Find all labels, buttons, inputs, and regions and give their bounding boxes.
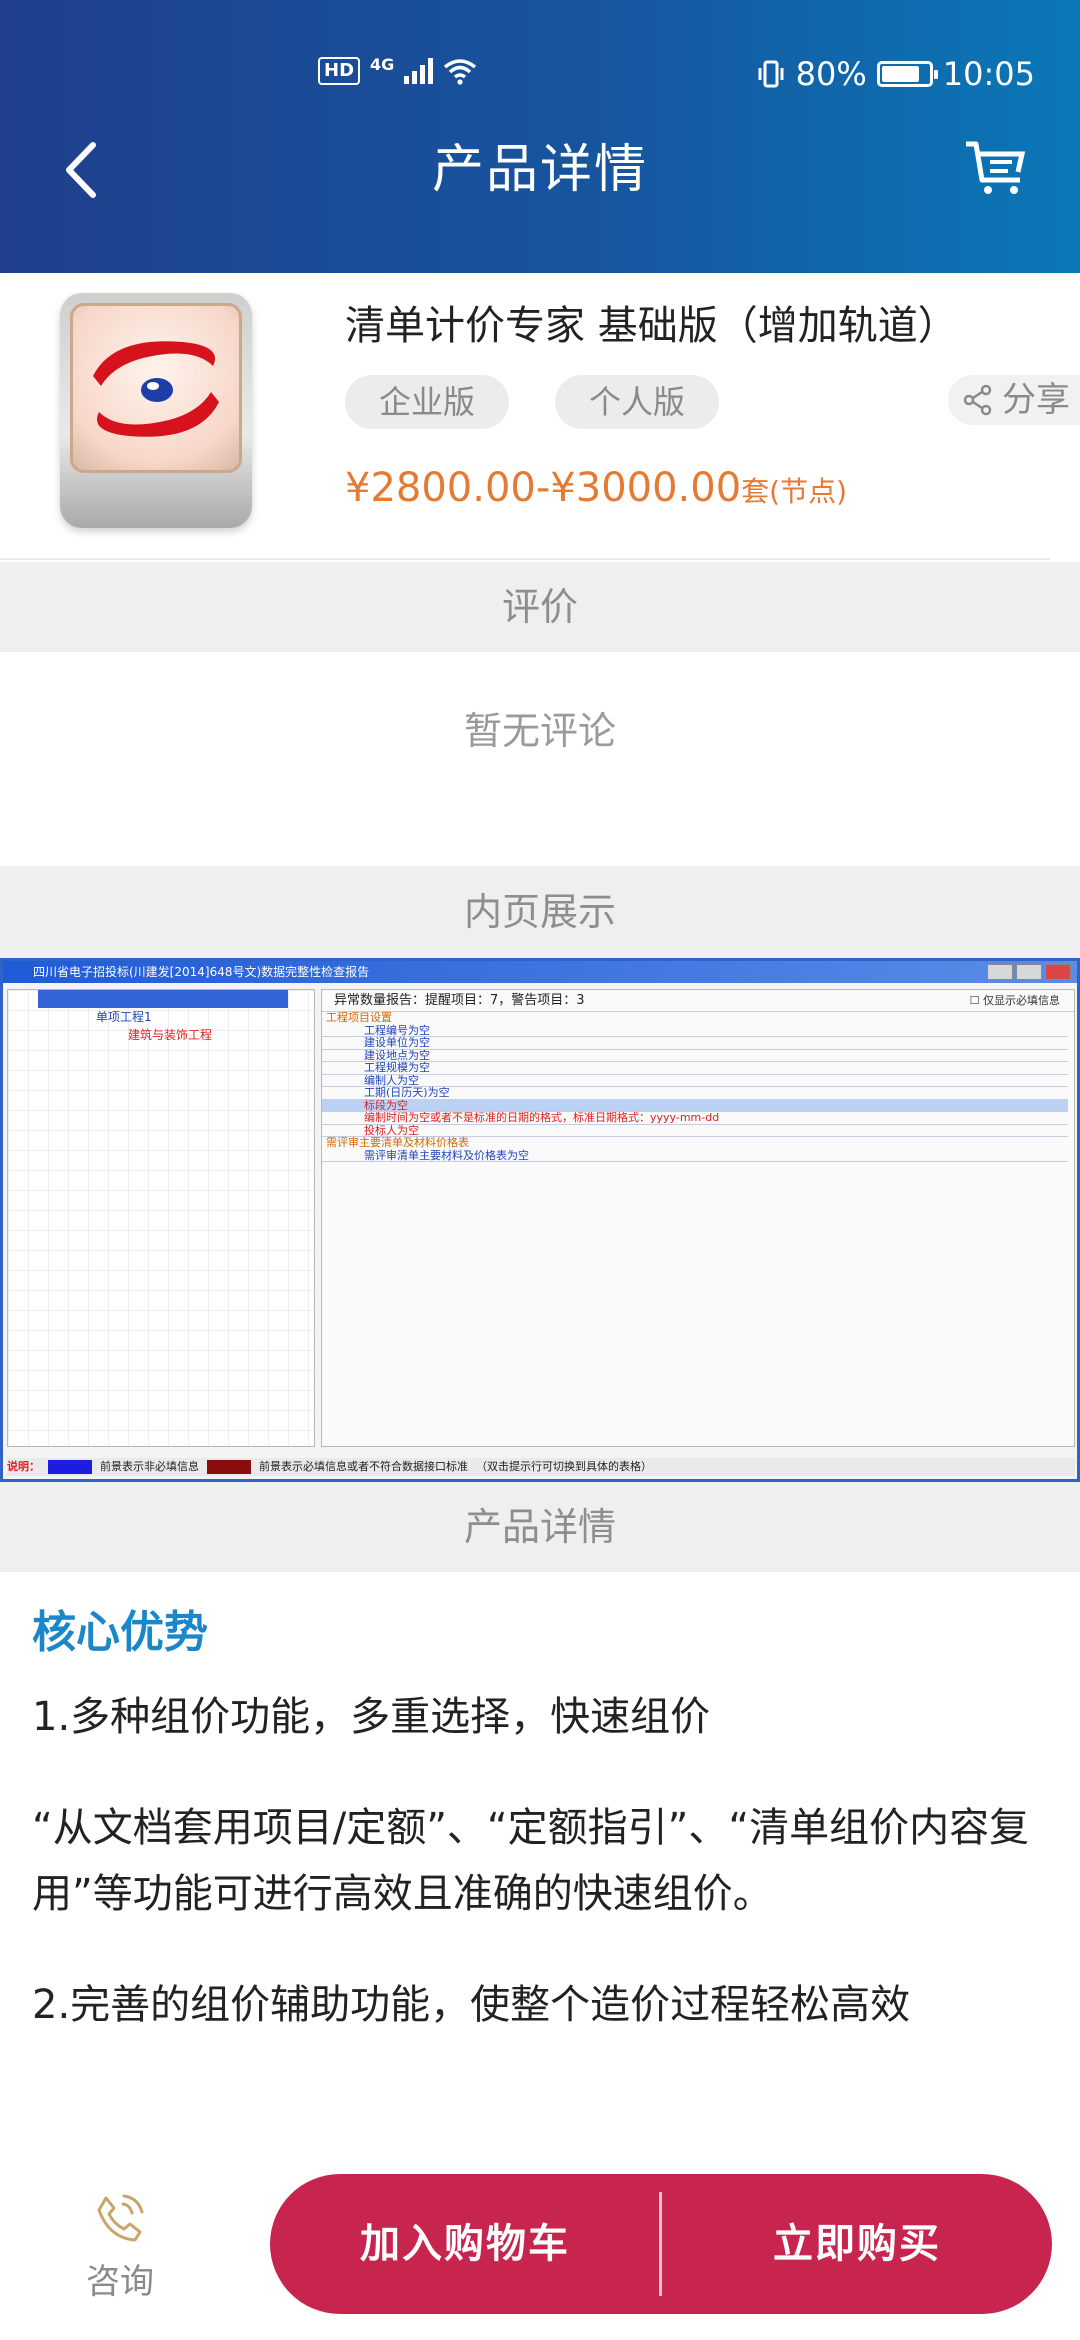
status-right: 80% 10:05	[756, 55, 1035, 93]
consult-button[interactable]: 咨询	[60, 2190, 180, 2303]
product-name: 清单计价专家 基础版（增加轨道）	[345, 303, 958, 349]
review-section-header: 评价	[0, 562, 1080, 652]
report-item: 需评审清单主要材料及价格表为空	[322, 1149, 1068, 1162]
report-item: 工期(日历天)为空	[322, 1086, 1068, 1100]
divider	[0, 558, 1050, 560]
status-text: 前景表示非必填信息	[100, 1460, 199, 1473]
report-item: 建设地点为空	[322, 1049, 1068, 1062]
product-logo	[60, 293, 252, 528]
product-logo-face	[70, 303, 242, 473]
tree-item: 单项工程1	[96, 1010, 152, 1024]
battery-icon	[876, 61, 938, 87]
screenshot-statusbar: 说明： 前景表示非必填信息 前景表示必填信息或者不符合数据接口标准 （双击提示行…	[7, 1458, 1075, 1476]
share-icon	[963, 384, 992, 416]
battery-fill	[881, 66, 919, 82]
screenshot-report-panel: 异常数量报告：提醒项目：7，警告项目：3 ☐ 仅显示必填信息 工程项目设置 工程…	[321, 989, 1075, 1447]
inner-pages-section-header: 内页展示	[0, 866, 1080, 958]
red-swatch	[207, 1460, 251, 1474]
status-left: HD 4G	[318, 55, 477, 86]
window-buttons	[987, 964, 1071, 980]
bottom-action-bar: 咨询 加入购物车 立即购买	[0, 2160, 1080, 2340]
network-type: 4G	[370, 55, 395, 74]
report-item: 工程编号为空	[322, 1024, 1068, 1037]
battery-percent: 80%	[795, 55, 867, 93]
signal-icon	[404, 57, 434, 84]
logo-swirl-icon	[93, 341, 219, 437]
detail-point-1-desc: “从文档套用项目/定额”、“定额指引”、“清单组价内容复用”等功能可进行高效且准…	[32, 1805, 1030, 1917]
price-unit: 套(节点)	[741, 475, 848, 508]
hd-badge: HD	[318, 56, 361, 85]
product-info: 清单计价专家 基础版（增加轨道） 企业版 个人版 分享 ¥2800.00-¥30…	[0, 273, 1080, 560]
product-detail-section-header: 产品详情	[0, 1482, 1080, 1572]
core-advantage-title: 核心优势	[32, 1607, 208, 1658]
clock: 10:05	[942, 55, 1035, 93]
report-item: 建设单位为空	[322, 1036, 1068, 1050]
purchase-buttons: 加入购物车 立即购买	[270, 2174, 1052, 2314]
screenshot-tree-panel: 单项工程1 建筑与装饰工程	[7, 989, 315, 1447]
buy-now-button[interactable]: 立即购买	[662, 2174, 1052, 2314]
price-range: ¥2800.00-¥3000.00	[345, 465, 742, 511]
edition-tag-personal[interactable]: 个人版	[555, 375, 720, 429]
screenshot-titlebar: 四川省电子招投标(川建发[2014]648号文)数据完整性检查报告	[3, 961, 1077, 983]
inner-page-screenshot[interactable]: 四川省电子招投标(川建发[2014]648号文)数据完整性检查报告 单项工程1 …	[0, 958, 1080, 1482]
add-to-cart-button[interactable]: 加入购物车	[270, 2174, 660, 2314]
screenshot-window-title: 四川省电子招投标(川建发[2014]648号文)数据完整性检查报告	[33, 965, 370, 979]
price: ¥2800.00-¥3000.00套(节点)	[345, 465, 847, 511]
report-head: 异常数量报告：提醒项目：7，警告项目：3 ☐ 仅显示必填信息	[322, 990, 1074, 1012]
blue-swatch	[48, 1460, 92, 1474]
detail-point-2: 2.完善的组价辅助功能，使整个造价过程轻松高效	[32, 1982, 911, 2028]
consult-label: 咨询	[86, 2262, 154, 2302]
detail-point-1: 1.多种组价功能，多重选择，快速组价	[32, 1694, 711, 1740]
only-required-checkbox: ☐ 仅显示必填信息	[969, 994, 1060, 1007]
edition-tag-enterprise[interactable]: 企业版	[345, 375, 510, 429]
wifi-icon	[444, 58, 477, 85]
app-header: HD 4G 80% 10:05 产品详情	[0, 0, 1080, 273]
report-category: 需评审主要清单及材料价格表	[326, 1136, 469, 1149]
cart-icon	[966, 141, 1026, 194]
tree-root	[38, 990, 288, 1008]
status-bar: HD 4G 80% 10:05	[0, 55, 1080, 105]
no-review-text: 暂无评论	[463, 709, 616, 753]
status-text: （双击提示行可切换到具体的表格）	[476, 1460, 652, 1473]
status-text: 前景表示必填信息或者不符合数据接口标准	[259, 1460, 468, 1473]
share-button[interactable]: 分享	[948, 375, 1080, 425]
page-title: 产品详情	[431, 140, 648, 200]
phone-icon	[97, 2194, 144, 2242]
cart-button[interactable]	[962, 138, 1032, 202]
report-item: 编制时间为空或者不是标准的日期的格式，标准日期格式：yyyy-mm-dd	[322, 1111, 1068, 1125]
report-head-text: 异常数量报告：提醒项目：7，警告项目：3	[334, 993, 585, 1008]
share-label: 分享	[1002, 380, 1070, 420]
report-item: 工程规模为空	[322, 1061, 1068, 1075]
vibrate-icon	[758, 60, 784, 88]
report-category: 工程项目设置	[326, 1011, 392, 1024]
tree-item: 建筑与装饰工程	[128, 1028, 213, 1042]
status-note: 说明：	[7, 1460, 40, 1473]
